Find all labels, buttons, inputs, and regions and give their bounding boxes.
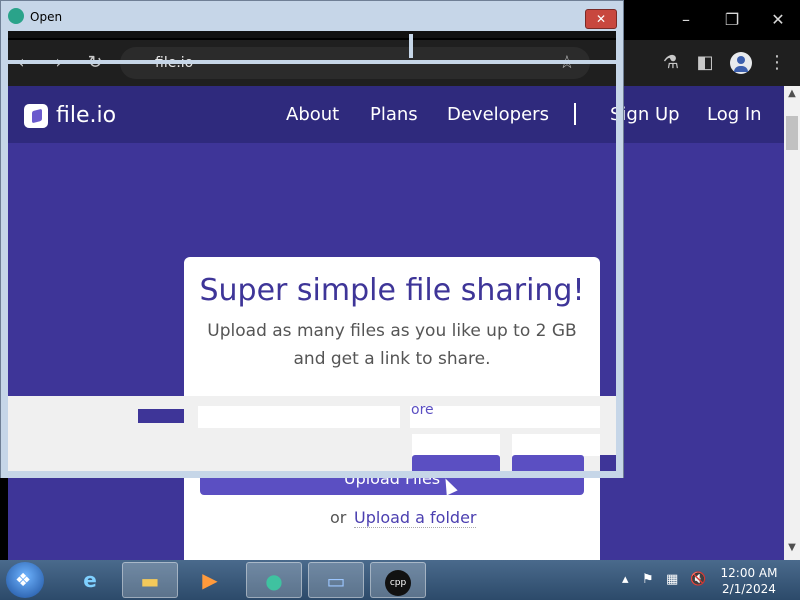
dialog-separator <box>8 60 616 64</box>
taskbar-ie[interactable]: e <box>62 562 118 598</box>
profile-head-shape <box>737 56 745 64</box>
network-icon[interactable]: ▦ <box>666 572 678 587</box>
dialog-filetype-field[interactable] <box>410 406 600 428</box>
scroll-down-icon[interactable]: ▼ <box>784 542 800 558</box>
page-scrollbar[interactable] <box>784 86 800 560</box>
dialog-splitter[interactable] <box>409 34 413 58</box>
dialog-left-border <box>1 31 8 471</box>
dialog-right-border <box>616 31 623 471</box>
taskbar-explorer[interactable]: ▬ <box>122 562 178 598</box>
dialog-title: Open <box>30 10 63 24</box>
dialog-titlebar[interactable] <box>1 1 623 31</box>
dialog-bleed-block <box>138 409 184 423</box>
scroll-up-icon[interactable]: ▲ <box>784 88 800 104</box>
taskbar-cpp[interactable]: cpp <box>370 562 426 598</box>
media-player-icon: ▶ <box>202 568 218 592</box>
cpp-app-icon: cpp <box>371 563 425 599</box>
dialog-open-button[interactable] <box>412 434 500 456</box>
menu-icon[interactable]: ⋮ <box>762 40 792 86</box>
folder-icon: ▬ <box>140 569 160 593</box>
clock-date: 2/1/2024 <box>722 582 776 596</box>
action-center-flag-icon[interactable]: ⚑ <box>642 572 654 587</box>
dialog-bottom-border <box>1 471 623 478</box>
taskbar-monitor[interactable]: ▭ <box>308 562 364 598</box>
dialog-bleed-button-right <box>512 455 584 471</box>
dialog-bleed-corner <box>600 455 616 471</box>
green-app-icon: ● <box>265 569 283 593</box>
restore-button[interactable]: ❐ <box>712 0 752 40</box>
show-hidden-icons[interactable]: ▴ <box>622 572 629 587</box>
upload-folder-link[interactable]: Upload a folder <box>354 508 477 528</box>
windows-logo-icon: ❖ <box>15 570 32 591</box>
profile-body-shape <box>734 66 748 72</box>
monitor-icon: ▭ <box>326 569 346 593</box>
tray-clock[interactable]: 12:00 AM 2/1/2024 <box>718 565 780 597</box>
minimize-button[interactable]: – <box>666 0 706 40</box>
scroll-thumb[interactable] <box>786 116 798 150</box>
dialog-filename-field[interactable] <box>198 406 400 428</box>
nav-login[interactable]: Log In <box>707 104 762 125</box>
dialog-partial-text: ore <box>411 402 434 418</box>
volume-muted-icon[interactable]: 🔇 <box>690 572 706 587</box>
taskbar-app-green[interactable]: ● <box>246 562 302 598</box>
side-panel-icon[interactable]: ◧ <box>690 40 720 86</box>
labs-flask-icon[interactable]: ⚗ <box>656 40 686 86</box>
internet-explorer-icon: e <box>83 568 97 592</box>
dialog-top-strip <box>8 31 616 38</box>
dialog-app-icon <box>8 8 24 24</box>
dialog-bleed-button-left <box>412 455 500 471</box>
dialog-cancel-button[interactable] <box>512 434 600 456</box>
clock-time: 12:00 AM <box>720 566 778 580</box>
or-text: or <box>330 508 347 527</box>
dialog-close-button[interactable]: ✕ <box>585 9 617 29</box>
taskbar-media[interactable]: ▶ <box>182 562 238 598</box>
cpp-label: cpp <box>385 569 411 596</box>
close-button[interactable]: ✕ <box>758 0 798 40</box>
